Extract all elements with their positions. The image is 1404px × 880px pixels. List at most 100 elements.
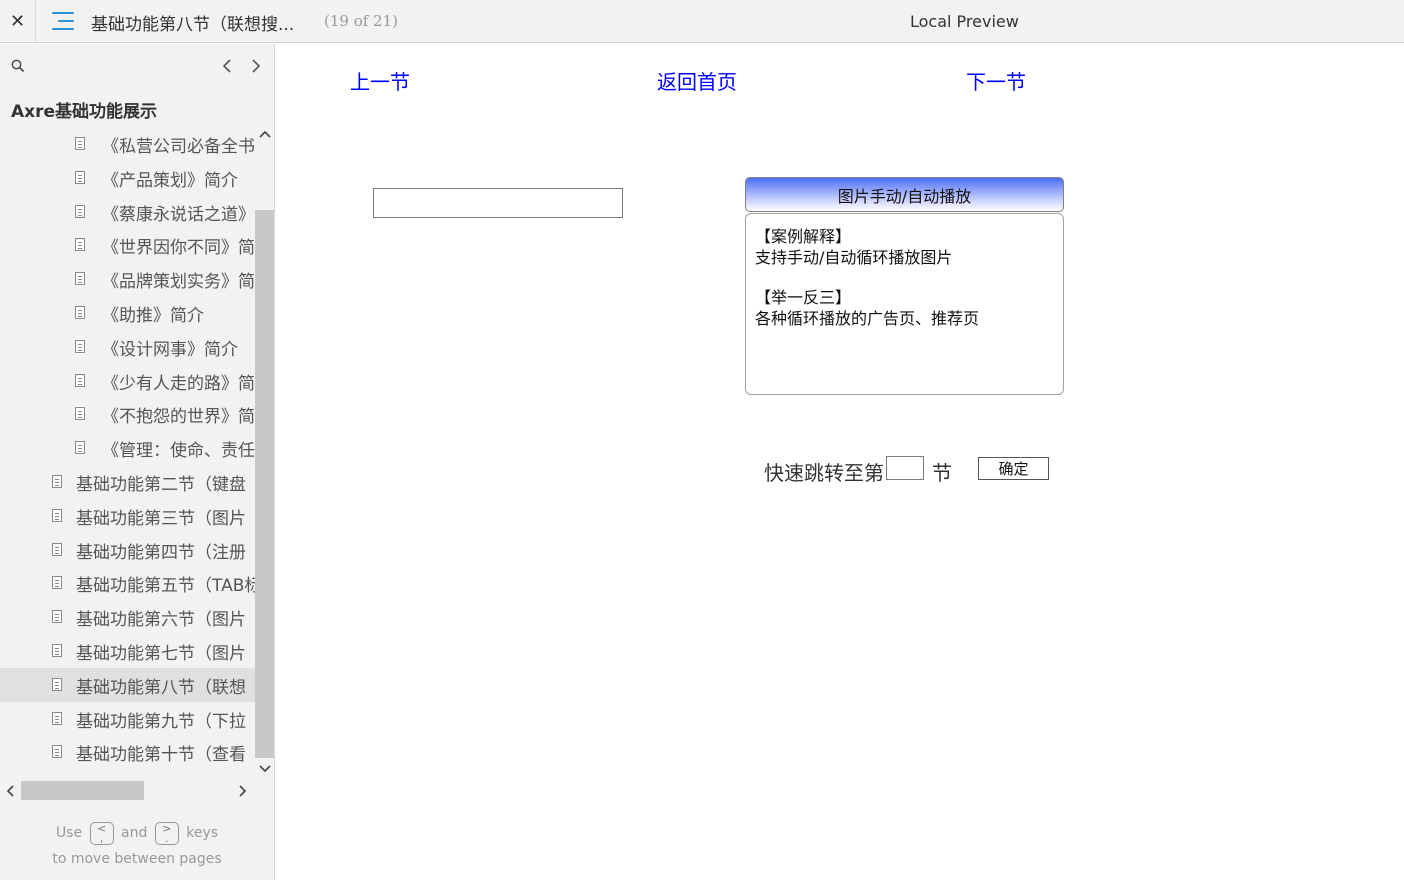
page-icon (75, 204, 85, 218)
jump-input[interactable] (886, 456, 924, 480)
previous-section-link[interactable]: 上一节 (350, 66, 410, 95)
page-icon (52, 711, 62, 725)
page-icon (52, 542, 62, 556)
panel-line-1: 【案例解释】 (755, 227, 852, 246)
sidebar-page-item[interactable]: 《管理：使命、责任》 (0, 431, 255, 465)
page-icon (75, 339, 85, 353)
sidebar-page-item[interactable]: 基础功能第二节（键盘 (0, 465, 255, 499)
hint-use-text: Use (55, 825, 83, 841)
sidebar-page-item[interactable]: 基础功能第三节（图片 (0, 499, 255, 533)
next-page-icon[interactable] (247, 56, 265, 76)
page-icon (52, 576, 62, 590)
page-icon (75, 238, 85, 252)
page-icon (52, 677, 62, 691)
sidebar-item-label: 基础功能第三节（图片 (76, 508, 246, 529)
project-title: Axre基础功能展示 (11, 102, 158, 122)
hint-keys-text: keys (186, 825, 219, 841)
panel-body: 【案例解释】 支持手动/自动循环播放图片 【举一反三】 各种循环播放的广告页、推… (745, 213, 1064, 395)
page-icon (75, 306, 85, 319)
preview-title: Local Preview (910, 12, 1019, 31)
keyboard-hint: Use <, and >. keys to move between pages (0, 820, 274, 872)
confirm-button[interactable]: 确定 (978, 457, 1049, 480)
jump-unit: 节 (932, 461, 952, 485)
top-bar: ✕ 基础功能第八节（联想搜... (19 of 21) Local Previe… (0, 0, 1404, 43)
home-link[interactable]: 返回首页 (657, 66, 737, 95)
sidebar-item-label: 基础功能第六节（图片 (76, 610, 246, 631)
vertical-scrollbar-thumb[interactable] (255, 210, 274, 758)
page-count: (19 of 21) (324, 12, 398, 30)
previous-page-icon[interactable] (218, 56, 236, 76)
search-input[interactable] (373, 188, 623, 218)
search-icon[interactable] (11, 59, 25, 73)
sidebar-item-label: 基础功能第二节（键盘 (76, 475, 246, 495)
sidebar-page-item[interactable]: 基础功能第五节（TAB标 (0, 566, 255, 600)
horizontal-scrollbar[interactable] (0, 778, 274, 804)
page-icon (75, 373, 85, 387)
sidebar-item-label: 《私营公司必备全书》 (102, 137, 255, 157)
page-icon (75, 170, 85, 184)
sidebar-item-label: 《不抱怨的世界》简介 (102, 407, 255, 428)
next-section-link[interactable]: 下一节 (966, 66, 1026, 95)
panel-line-3: 【举一反三】 (755, 288, 852, 307)
page-title: 基础功能第八节（联想搜... (91, 15, 295, 35)
right-key-icon: >. (154, 821, 179, 845)
page-icon (52, 508, 62, 522)
chevron-left-icon[interactable] (3, 783, 17, 799)
sidebar-item-label: 《产品策划》简介 (102, 170, 238, 191)
sidebar-item-label: 《设计网事》简介 (102, 339, 238, 360)
panel-line-4: 各种循环播放的广告页、推荐页 (755, 309, 980, 328)
sidebar-page-item[interactable]: 《私营公司必备全书》 (0, 127, 255, 161)
sidebar-item-label: 基础功能第十节（查看 (76, 745, 246, 766)
sidebar-page-item[interactable]: 《助推》简介 (0, 296, 255, 330)
sidebar-page-item[interactable]: 《少有人走的路》简介 (0, 364, 255, 398)
sidebar-item-label: 《蔡康永说话之道》 (102, 204, 255, 225)
sidebar-page-item[interactable]: 《设计网事》简介 (0, 330, 255, 364)
sidebar-item-label: 《少有人走的路》简介 (102, 373, 255, 394)
sidebar-page-item[interactable]: 基础功能第四节（注册 (0, 533, 255, 567)
page-icon (52, 610, 62, 624)
sidebar-item-label: 《世界因你不同》简介 (102, 238, 255, 259)
chevron-down-icon[interactable] (258, 762, 271, 776)
sidebar-page-item[interactable]: 基础功能第九节（下拉 (0, 702, 255, 736)
page-icon (75, 272, 85, 286)
page-icon (52, 745, 62, 759)
chevron-up-icon[interactable] (258, 127, 271, 141)
sidebar-page-item[interactable]: 基础功能第八节（联想 (0, 667, 255, 702)
panel-line-2: 支持手动/自动循环播放图片 (755, 248, 953, 267)
main-content: 上一节 返回首页 下一节 图片手动/自动播放 【案例解释】 支持手动/自动循环播… (276, 44, 1404, 880)
horizontal-scrollbar-thumb[interactable] (21, 781, 144, 800)
page-icon (52, 475, 62, 488)
sidebar-item-label: 基础功能第四节（注册 (76, 542, 246, 563)
sidebar-item-label: 基础功能第五节（TAB标 (76, 576, 255, 597)
sidebar-page-item[interactable]: 《世界因你不同》简介 (0, 228, 255, 262)
sidebar-item-label: 《管理：使命、责任》 (102, 441, 255, 462)
sidebar-item-label: 基础功能第七节（图片 (76, 644, 246, 664)
sidebar-page-item[interactable]: 《品牌策划实务》简介 (0, 262, 255, 296)
sidebar-page-item[interactable]: 基础功能第七节（图片 (0, 634, 255, 668)
menu-icon[interactable] (52, 12, 74, 32)
sidebar: Axre基础功能展示 《私营公司必备全书》 《产品策划》简介 《蔡康永说话之道》 《世… (0, 44, 275, 880)
close-button[interactable]: ✕ (0, 0, 36, 43)
sidebar-item-label: 《品牌策划实务》简介 (102, 272, 255, 293)
hint-and-text: and (121, 825, 148, 841)
page-icon (75, 137, 85, 150)
page-icon (75, 407, 85, 421)
panel-header: 图片手动/自动播放 (745, 177, 1064, 212)
sidebar-page-item[interactable]: 基础功能第十节（查看 (0, 735, 255, 768)
jump-label: 快速跳转至第 (764, 461, 884, 485)
page-icon (75, 441, 85, 455)
vertical-scrollbar[interactable] (255, 127, 274, 777)
sidebar-page-item[interactable]: 《蔡康永说话之道》 (0, 195, 255, 229)
chevron-right-icon[interactable] (236, 783, 250, 799)
left-key-icon: <, (89, 821, 114, 845)
sidebar-page-item[interactable]: 《产品策划》简介 (0, 161, 255, 195)
sidebar-item-label: 基础功能第九节（下拉 (76, 711, 246, 732)
sidebar-item-label: 基础功能第八节（联想 (76, 677, 246, 698)
sidebar-item-label: 《助推》简介 (102, 306, 204, 326)
sidebar-page-item[interactable]: 《不抱怨的世界》简介 (0, 397, 255, 431)
sidebar-page-item[interactable]: 基础功能第六节（图片 (0, 600, 255, 634)
panel-title: 图片手动/自动播放 (837, 186, 972, 206)
page-icon (52, 644, 62, 657)
page-tree: 《私营公司必备全书》 《产品策划》简介 《蔡康永说话之道》 《世界因你不同》简介 《品牌… (0, 127, 255, 768)
hint-line-2: to move between pages (52, 851, 222, 867)
